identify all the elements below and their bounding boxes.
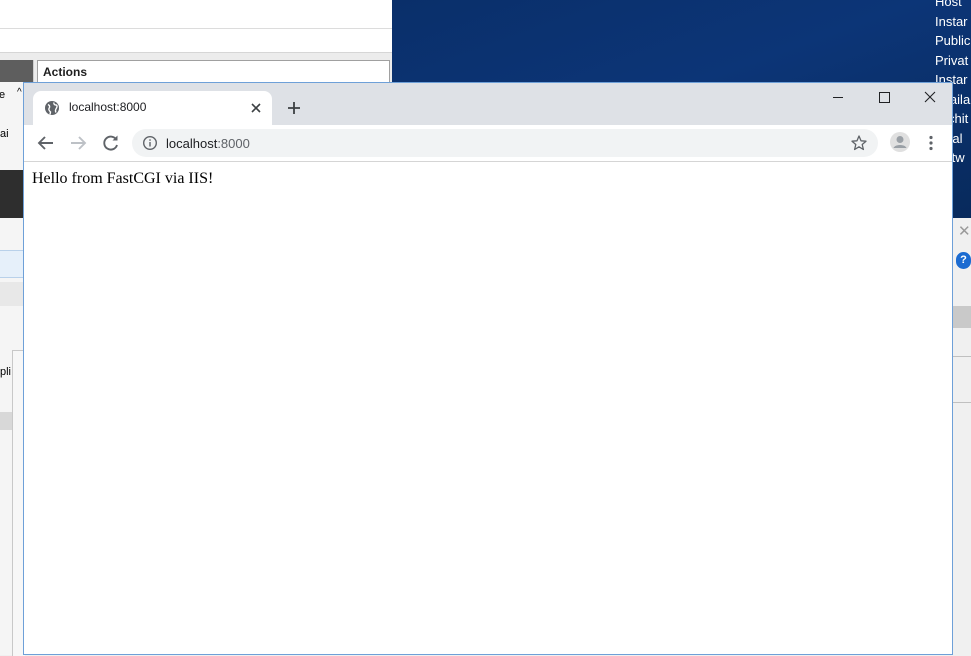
plus-icon[interactable]	[283, 97, 305, 119]
background-window-edge	[952, 218, 971, 655]
browser-window: localhost:8000 localhost:8000 Hello from…	[23, 82, 953, 655]
server-info-line: Instar	[935, 13, 968, 29]
actions-title: Actions	[43, 65, 88, 79]
forward-arrow-icon[interactable]	[66, 131, 90, 155]
page-content: Hello from FastCGI via IIS!	[24, 162, 952, 654]
profile-icon[interactable]	[889, 131, 911, 153]
background-divider	[952, 356, 971, 357]
page-text: Hello from FastCGI via IIS!	[32, 170, 214, 187]
iis-column-header	[0, 60, 33, 82]
url-port: :8000	[217, 136, 250, 151]
background-close-icon[interactable]: ✕	[958, 222, 971, 240]
background-divider	[952, 402, 971, 403]
iis-fragment: e	[0, 89, 6, 101]
globe-icon	[45, 101, 59, 115]
iis-gray-row	[0, 412, 12, 430]
close-icon[interactable]	[247, 99, 265, 117]
tab-title: localhost:8000	[69, 100, 147, 114]
browser-tab[interactable]: localhost:8000	[33, 91, 272, 125]
reload-icon[interactable]	[99, 131, 123, 155]
server-info-line: Host	[935, 0, 962, 9]
kebab-menu-icon[interactable]	[922, 131, 940, 155]
iis-fragment: pli	[0, 366, 12, 378]
browser-titlebar[interactable]: localhost:8000	[24, 83, 952, 125]
address-bar[interactable]: localhost:8000	[132, 129, 878, 157]
maximize-icon[interactable]	[861, 83, 907, 113]
iis-header-row	[0, 282, 24, 306]
iis-top-strip	[0, 0, 392, 29]
window-close-icon[interactable]	[907, 83, 953, 113]
url-text: localhost:8000	[166, 136, 250, 151]
iis-selected-row	[0, 250, 24, 278]
back-arrow-icon[interactable]	[34, 131, 58, 155]
info-icon[interactable]	[142, 135, 158, 151]
url-host: localhost	[166, 136, 218, 151]
background-header-row	[952, 306, 971, 328]
browser-toolbar: localhost:8000	[24, 125, 952, 161]
server-info-line: Privat	[935, 52, 969, 68]
minimize-icon[interactable]	[815, 83, 861, 113]
iis-dark-bar	[0, 170, 24, 218]
star-icon[interactable]	[850, 134, 868, 152]
actions-panel: Actions	[37, 60, 390, 84]
help-icon[interactable]: ?	[956, 252, 971, 269]
iis-fragment: ai	[0, 128, 9, 140]
server-info-line: Public	[935, 33, 971, 48]
iis-caret-icon: ^	[17, 87, 22, 98]
